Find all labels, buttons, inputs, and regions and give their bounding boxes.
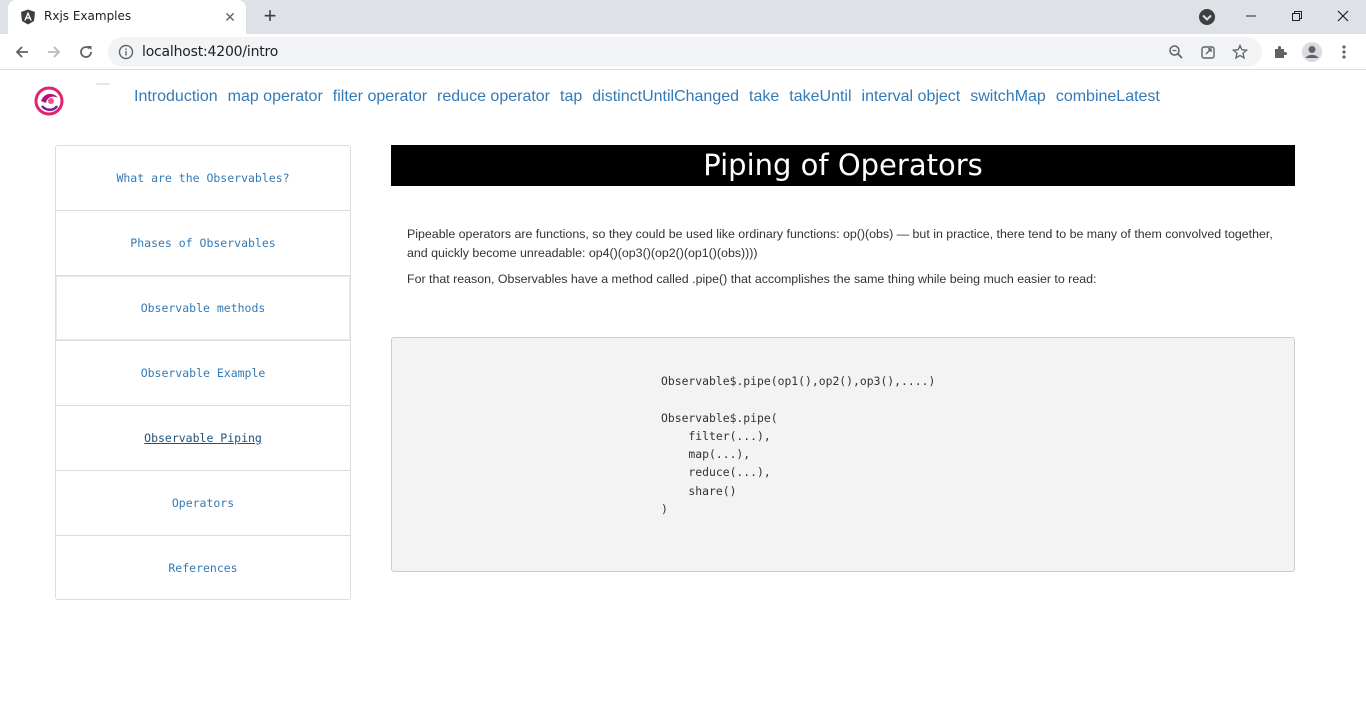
nav-link-distinct-until-changed[interactable]: distinctUntilChanged: [592, 88, 739, 106]
forward-arrow-icon[interactable]: [42, 40, 66, 64]
minimize-icon[interactable]: [1228, 0, 1274, 32]
angular-favicon-icon: [20, 9, 36, 25]
bookmark-star-icon[interactable]: [1230, 42, 1250, 62]
restore-icon[interactable]: [1274, 0, 1320, 32]
nav-link-interval-object[interactable]: interval object: [862, 88, 961, 106]
browser-toolbar: localhost:4200/intro: [0, 34, 1366, 70]
sidebar-item-label: Observable methods: [140, 301, 266, 315]
sidebar-item-phases-of-observables[interactable]: Phases of Observables: [56, 211, 350, 276]
sidebar-item-references[interactable]: References: [56, 536, 350, 599]
browser-menu-icon[interactable]: [1332, 40, 1356, 64]
sidebar-item-label: Observable Piping: [144, 431, 262, 445]
top-navigation: Introduction map operator filter operato…: [134, 88, 1160, 106]
sidebar-item-observable-piping[interactable]: Observable Piping: [56, 406, 350, 471]
nav-link-combine-latest[interactable]: combineLatest: [1056, 88, 1160, 106]
nav-link-tap[interactable]: tap: [560, 88, 582, 106]
nav-link-introduction[interactable]: Introduction: [134, 88, 218, 106]
sidebar-item-what-are-observables[interactable]: What are the Observables?: [56, 146, 350, 211]
nav-link-take[interactable]: take: [749, 88, 779, 106]
intro-paragraph: Pipeable operators are functions, so the…: [407, 227, 1273, 260]
nav-link-filter-operator[interactable]: filter operator: [333, 88, 427, 106]
site-info-icon[interactable]: [118, 44, 134, 60]
close-window-icon[interactable]: [1320, 0, 1366, 32]
profile-avatar-icon[interactable]: [1300, 40, 1324, 64]
pipe-paragraph: For that reason, Observables have a meth…: [407, 272, 1097, 286]
sidebar-item-label: Observable Example: [140, 366, 266, 380]
rxjs-logo-icon[interactable]: [32, 84, 66, 116]
nav-link-reduce-operator[interactable]: reduce operator: [437, 88, 550, 106]
zoom-icon[interactable]: [1166, 42, 1186, 62]
share-icon[interactable]: [1198, 42, 1218, 62]
url-text[interactable]: localhost:4200/intro: [142, 44, 278, 60]
nav-link-switch-map[interactable]: switchMap: [970, 88, 1046, 106]
code-block: Observable$.pipe(op1(),op2(),op3(),....)…: [391, 337, 1295, 572]
sidebar-item-label: Phases of Observables: [130, 236, 276, 250]
tab-search-icon[interactable]: [1196, 6, 1218, 28]
sidebar-item-observable-methods[interactable]: Observable methods: [56, 276, 350, 341]
sidebar-item-observable-example[interactable]: Observable Example: [56, 341, 350, 406]
sidebar-item-label: References: [168, 560, 238, 575]
tab-title: Rxjs Examples: [44, 9, 132, 23]
sidebar-item-label: What are the Observables?: [116, 171, 290, 185]
reload-icon[interactable]: [74, 40, 98, 64]
nav-link-map-operator[interactable]: map operator: [228, 88, 323, 106]
back-arrow-icon[interactable]: [10, 40, 34, 64]
sidebar-item-label: Operators: [171, 496, 235, 510]
sidebar-menu: What are the Observables? Phases of Obse…: [55, 145, 351, 600]
header-divider: [96, 83, 110, 85]
browser-tab[interactable]: Rxjs Examples ✕: [8, 0, 246, 34]
page-title: Piping of Operators: [391, 145, 1295, 186]
close-tab-icon[interactable]: ✕: [222, 9, 238, 25]
address-bar[interactable]: localhost:4200/intro: [108, 37, 1262, 67]
nav-link-take-until[interactable]: takeUntil: [789, 88, 851, 106]
browser-tab-strip: Rxjs Examples ✕ +: [0, 0, 1366, 34]
new-tab-button[interactable]: +: [258, 5, 282, 28]
code-snippet: Observable$.pipe(op1(),op2(),op3(),....)…: [661, 374, 936, 517]
extensions-puzzle-icon[interactable]: [1268, 40, 1292, 64]
sidebar-item-operators[interactable]: Operators: [56, 471, 350, 536]
